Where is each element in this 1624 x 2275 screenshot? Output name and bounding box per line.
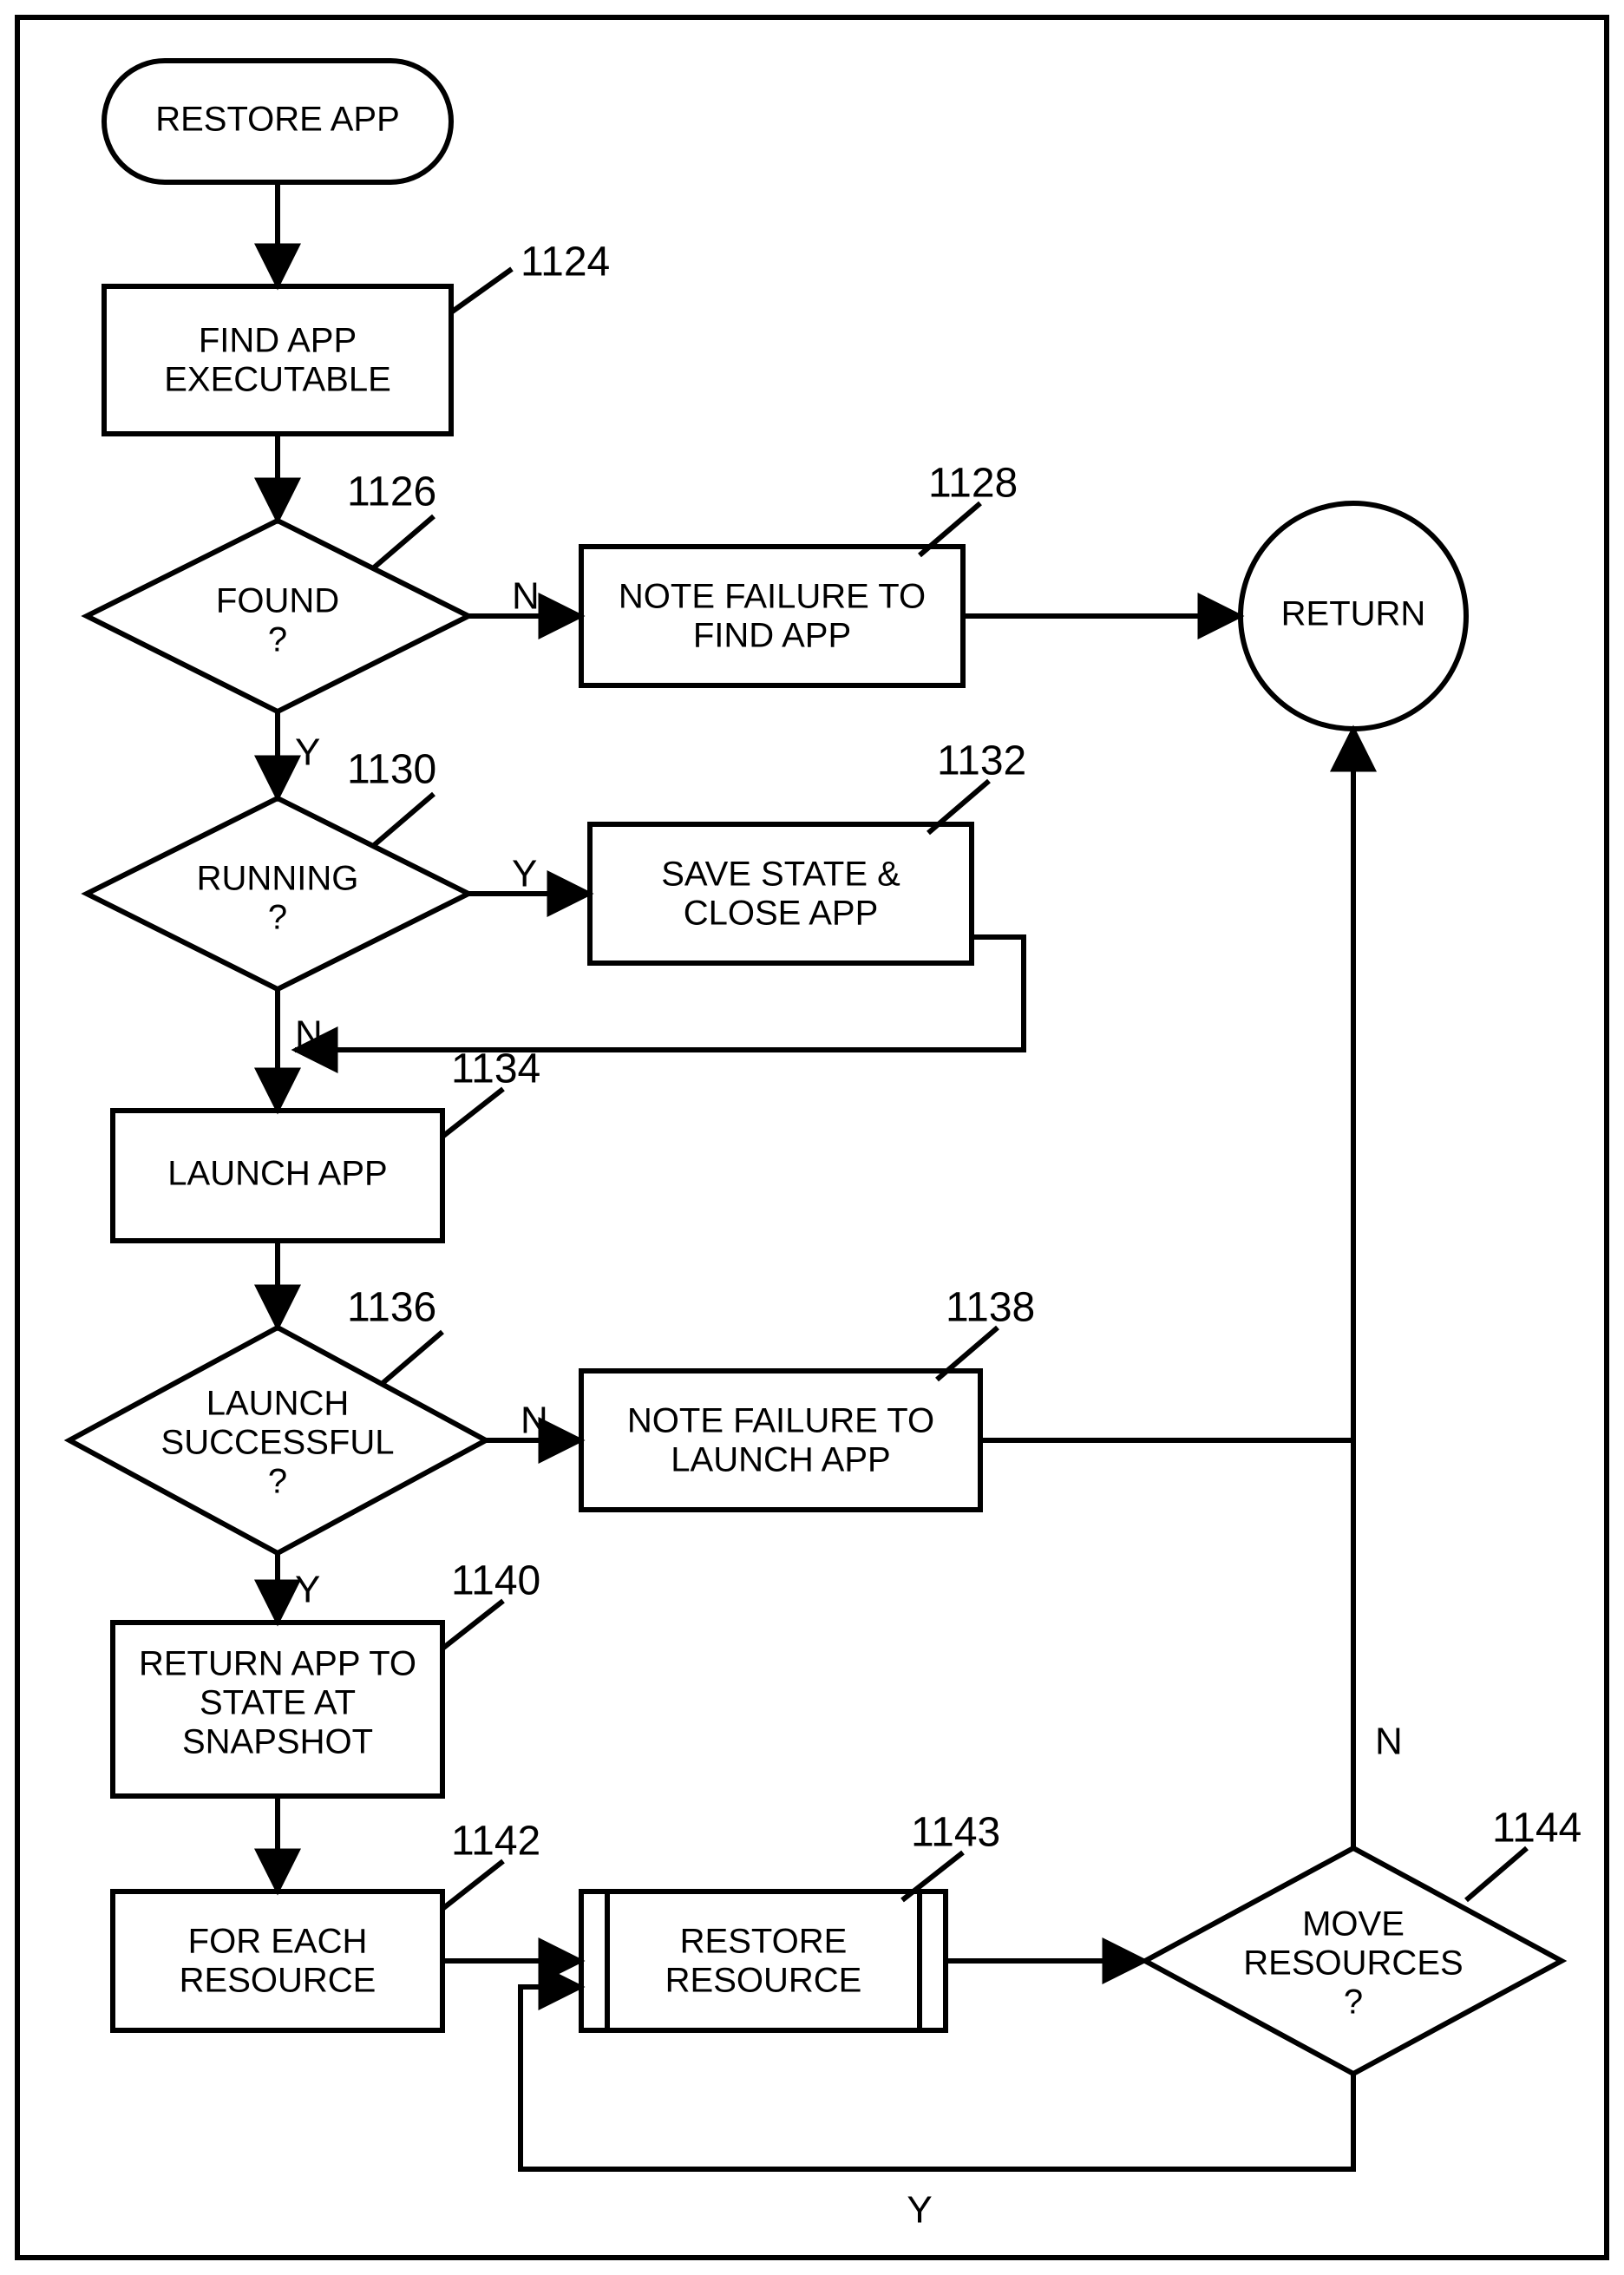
ref-1143: 1143 — [911, 1810, 1000, 1856]
node-start: RESTORE APP — [104, 61, 451, 182]
n1144-l1: MOVE — [1302, 1905, 1405, 1944]
n1138-l1: NOTE FAILURE TO — [627, 1402, 934, 1440]
n1130-l1: RUNNING — [197, 860, 359, 898]
ref-1144: 1144 — [1492, 1806, 1581, 1852]
n1124-l1: FIND APP — [199, 322, 357, 360]
ref-1136: 1136 — [347, 1285, 436, 1331]
n1136-l1: LAUNCH — [206, 1385, 349, 1423]
edge-1136-N: N — [521, 1400, 548, 1442]
ref-1142: 1142 — [451, 1819, 540, 1865]
start-text: RESTORE APP — [155, 101, 400, 139]
n1138-l2: LAUNCH APP — [671, 1441, 890, 1479]
n1134-l1: LAUNCH APP — [167, 1155, 387, 1193]
n1126-l1: FOUND — [216, 582, 339, 620]
n1128-l1: NOTE FAILURE TO — [619, 578, 926, 616]
edge-1126-Y: Y — [295, 731, 320, 774]
n1140-l1: RETURN APP TO — [139, 1645, 416, 1683]
node-return: RETURN — [1241, 503, 1466, 729]
ref-1124: 1124 — [521, 239, 610, 285]
n1124-l2: EXECUTABLE — [164, 361, 391, 399]
n1126-l2: ? — [268, 621, 287, 659]
ref-1128: 1128 — [928, 461, 1018, 507]
n1142-l1: FOR EACH — [188, 1923, 368, 1961]
n1140-l3: SNAPSHOT — [182, 1723, 373, 1761]
n1143-l1: RESTORE — [680, 1923, 848, 1961]
flowchart: RESTORE APP FIND APP EXECUTABLE 1124 FOU… — [0, 0, 1624, 2275]
edge-1144-N: N — [1375, 1721, 1403, 1763]
n1132-l1: SAVE STATE & — [661, 856, 900, 894]
ref-1132: 1132 — [937, 738, 1026, 784]
edge-1136-Y: Y — [295, 1569, 320, 1611]
ref-1134: 1134 — [451, 1046, 540, 1092]
edge-1144-Y: Y — [907, 2189, 932, 2232]
n1130-l2: ? — [268, 899, 287, 937]
n1143-l2: RESOURCE — [665, 1962, 862, 2000]
n1136-l3: ? — [268, 1463, 287, 1501]
n1132-l2: CLOSE APP — [684, 895, 879, 933]
ref-1126: 1126 — [347, 469, 436, 515]
return-text: RETURN — [1281, 595, 1426, 633]
ref-1140: 1140 — [451, 1558, 540, 1604]
n1128-l2: FIND APP — [693, 617, 851, 655]
ref-1130: 1130 — [347, 747, 436, 793]
ref-1138: 1138 — [946, 1285, 1035, 1331]
n1136-l2: SUCCESSFUL — [161, 1424, 395, 1462]
n1142-l2: RESOURCE — [180, 1962, 377, 2000]
n1144-l3: ? — [1344, 1983, 1363, 2022]
edge-1126-N: N — [512, 575, 540, 618]
n1140-l2: STATE AT — [200, 1684, 356, 1722]
n1144-l2: RESOURCES — [1243, 1944, 1463, 1983]
edge-1130-Y: Y — [512, 853, 537, 895]
